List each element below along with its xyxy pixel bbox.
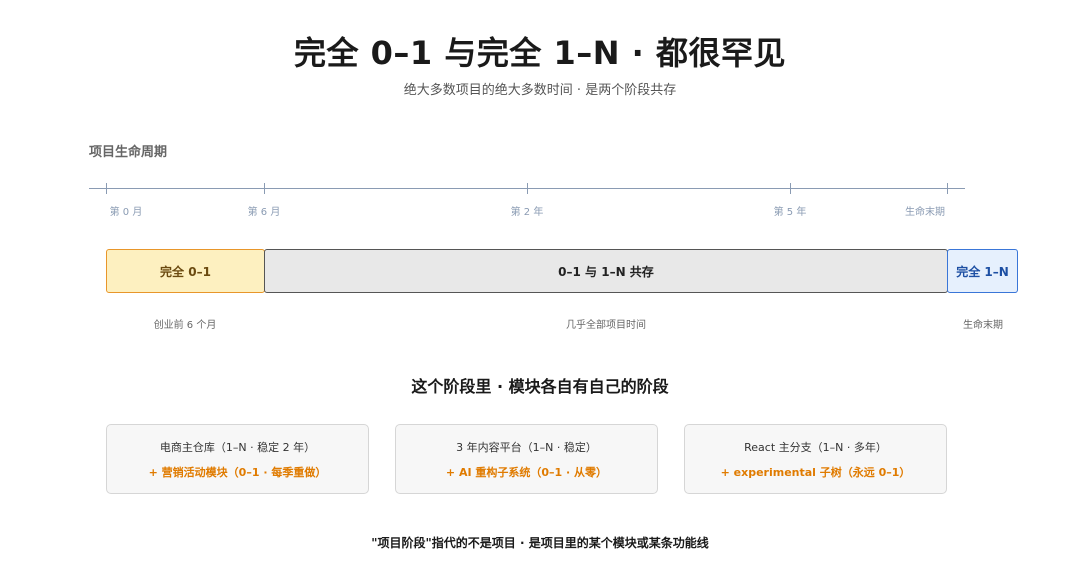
page-title: 完全 0–1 与完全 1–N · 都很罕见 xyxy=(294,34,786,72)
card-main-line: React 主分支（1–N · 多年） xyxy=(744,441,887,454)
phase-bar-pure-1-n: 完全 1–N xyxy=(947,249,1018,293)
phase-caption: 生命末期 xyxy=(963,320,1003,331)
phase-caption: 创业前 6 个月 xyxy=(153,320,217,331)
tick-mark xyxy=(264,183,265,194)
card-accent-line: + 营销活动模块（0–1 · 每季重做） xyxy=(148,466,327,479)
module-card: 电商主仓库（1–N · 稳定 2 年） + 营销活动模块（0–1 · 每季重做） xyxy=(106,424,369,494)
tick-label: 第 5 年 xyxy=(773,207,807,218)
phase-bar-pure-0-1: 完全 0–1 xyxy=(106,249,265,293)
phase-caption: 几乎全部项目时间 xyxy=(566,320,646,331)
card-main-line: 电商主仓库（1–N · 稳定 2 年） xyxy=(159,441,316,454)
phase-label: 完全 1–N xyxy=(956,264,1009,279)
page-subtitle: 绝大多数项目的绝大多数时间 · 是两个阶段共存 xyxy=(403,83,677,98)
phase-bar-coexist: 0–1 与 1–N 共存 xyxy=(264,249,948,293)
tick-label: 第 2 年 xyxy=(510,207,544,218)
tick-label: 生命末期 xyxy=(905,207,945,218)
tick-mark xyxy=(947,183,948,194)
card-accent-line: + AI 重构子系统（0–1 · 从零） xyxy=(445,466,608,479)
footer-note: "项目阶段"指代的不是项目 · 是项目里的某个模块或某条功能线 xyxy=(371,536,709,550)
module-card: React 主分支（1–N · 多年） + experimental 子树（永远… xyxy=(684,424,947,494)
phase-label: 完全 0–1 xyxy=(160,264,211,279)
tick-mark xyxy=(527,183,528,194)
card-accent-line: + experimental 子树（永远 0–1） xyxy=(720,466,911,479)
tick-mark xyxy=(790,183,791,194)
tick-mark xyxy=(106,183,107,194)
modules-heading: 这个阶段里 · 模块各自有自己的阶段 xyxy=(411,377,669,396)
tick-label: 第 6 月 xyxy=(247,207,281,218)
phase-label: 0–1 与 1–N 共存 xyxy=(558,264,654,279)
module-card: 3 年内容平台（1–N · 稳定） + AI 重构子系统（0–1 · 从零） xyxy=(395,424,658,494)
timeline-label: 项目生命周期 xyxy=(89,145,168,160)
tick-label: 第 0 月 xyxy=(109,207,143,218)
card-main-line: 3 年内容平台（1–N · 稳定） xyxy=(456,441,597,454)
